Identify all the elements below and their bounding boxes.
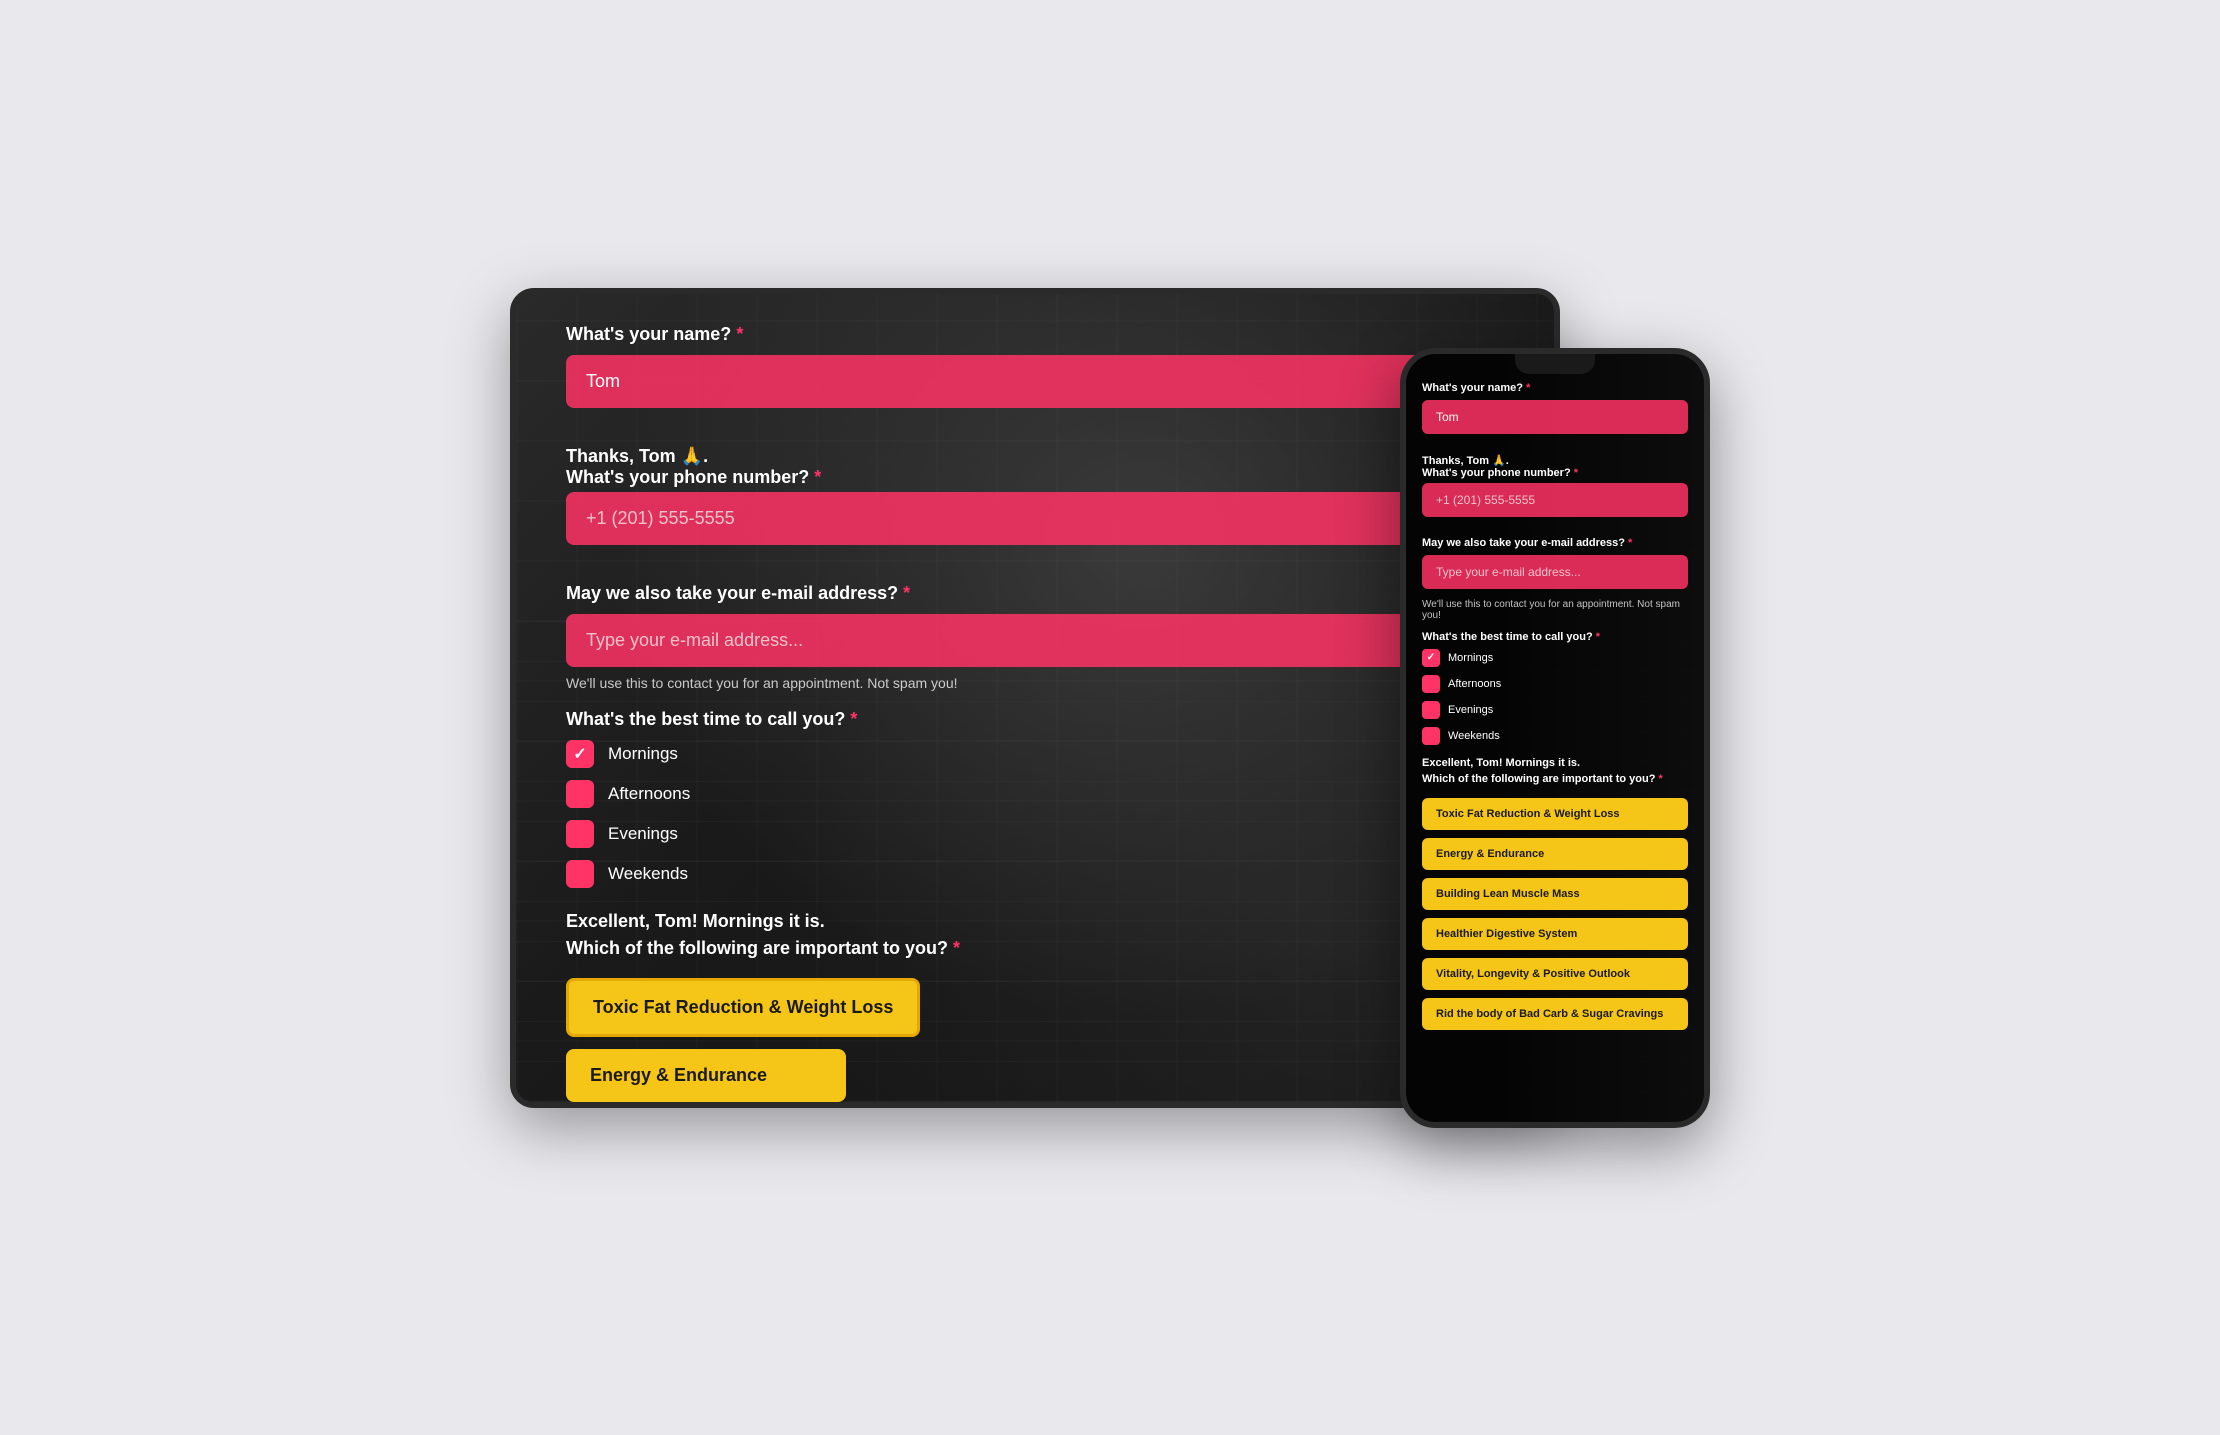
- tablet-checkbox-afternoons[interactable]: Afternoons: [566, 780, 1504, 808]
- tablet-checkbox-mornings-box[interactable]: [566, 740, 594, 768]
- phone-name-label: What's your name? *: [1422, 382, 1688, 394]
- tablet-checkbox-group: Mornings Afternoons Evenings Weeken: [566, 740, 1504, 888]
- tablet-checkbox-evenings-label: Evenings: [608, 824, 678, 844]
- tablet-name-section: What's your name? *: [566, 324, 1504, 428]
- tablet-name-label: What's your name? *: [566, 324, 1504, 345]
- tablet-checkbox-weekends-box[interactable]: [566, 860, 594, 888]
- phone-goal-btn-5[interactable]: Vitality, Longevity & Positive Outlook: [1422, 958, 1688, 990]
- phone-screen: What's your name? * Thanks, Tom 🙏. What'…: [1406, 354, 1704, 1122]
- tablet-phone-label: What's your phone number? *: [566, 467, 1504, 488]
- phone-checkbox-mornings[interactable]: Mornings: [1422, 649, 1688, 667]
- phone-goals-section: Excellent, Tom! Mornings it is. Which of…: [1422, 755, 1688, 1030]
- tablet-goal-btn-1[interactable]: Toxic Fat Reduction & Weight Loss: [566, 978, 920, 1037]
- tablet-goals-section: Excellent, Tom! Mornings it is. Which of…: [566, 908, 1504, 1102]
- phone-checkbox-mornings-box[interactable]: [1422, 649, 1440, 667]
- tablet-email-hint: We'll use this to contact you for an app…: [566, 675, 1504, 691]
- phone-thanks-text: Thanks, Tom 🙏. What's your phone number?…: [1422, 454, 1688, 479]
- tablet-screen: What's your name? * Thanks, Tom 🙏. What'…: [516, 294, 1554, 1102]
- tablet-email-input[interactable]: [566, 614, 1504, 667]
- phone-device: What's your name? * Thanks, Tom 🙏. What'…: [1400, 348, 1710, 1128]
- tablet-checkbox-mornings-label: Mornings: [608, 744, 678, 764]
- tablet-name-required: *: [736, 324, 743, 344]
- phone-checkbox-afternoons[interactable]: Afternoons: [1422, 675, 1688, 693]
- tablet-call-time-section: What's the best time to call you? * Morn…: [566, 709, 1504, 888]
- tablet-checkbox-evenings-box[interactable]: [566, 820, 594, 848]
- phone-phone-section: Thanks, Tom 🙏. What's your phone number?…: [1422, 454, 1688, 527]
- phone-checkbox-evenings-box[interactable]: [1422, 701, 1440, 719]
- tablet-goals-label: Which of the following are important to …: [566, 935, 1504, 962]
- phone-excellent-text: Excellent, Tom! Mornings it is. Which of…: [1422, 755, 1688, 788]
- phone-call-time-label: What's the best time to call you? *: [1422, 631, 1688, 643]
- tablet-email-label: May we also take your e-mail address? *: [566, 583, 1504, 604]
- tablet-checkbox-evenings[interactable]: Evenings: [566, 820, 1504, 848]
- phone-goal-btn-2[interactable]: Energy & Endurance: [1422, 838, 1688, 870]
- tablet-phone-section: Thanks, Tom 🙏. What's your phone number?…: [566, 446, 1504, 565]
- phone-goal-btn-1[interactable]: Toxic Fat Reduction & Weight Loss: [1422, 798, 1688, 830]
- phone-checkbox-weekends-box[interactable]: [1422, 727, 1440, 745]
- tablet-checkbox-afternoons-box[interactable]: [566, 780, 594, 808]
- tablet-call-time-label: What's the best time to call you? *: [566, 709, 1504, 730]
- tablet-email-section: May we also take your e-mail address? * …: [566, 583, 1504, 691]
- phone-checkbox-group: Mornings Afternoons Evenings Weeken: [1422, 649, 1688, 745]
- phone-checkbox-evenings[interactable]: Evenings: [1422, 701, 1688, 719]
- phone-email-section: May we also take your e-mail address? * …: [1422, 537, 1688, 621]
- phone-phone-input[interactable]: [1422, 483, 1688, 517]
- tablet-content: What's your name? * Thanks, Tom 🙏. What'…: [516, 294, 1554, 1102]
- tablet-checkbox-weekends-label: Weekends: [608, 864, 688, 884]
- tablet-goal-btn-2[interactable]: Energy & Endurance: [566, 1049, 846, 1102]
- phone-goal-btn-3[interactable]: Building Lean Muscle Mass: [1422, 878, 1688, 910]
- tablet-phone-input[interactable]: [566, 492, 1504, 545]
- phone-name-section: What's your name? *: [1422, 382, 1688, 444]
- phone-name-input[interactable]: [1422, 400, 1688, 434]
- phone-content: What's your name? * Thanks, Tom 🙏. What'…: [1406, 354, 1704, 1122]
- tablet-checkbox-afternoons-label: Afternoons: [608, 784, 690, 804]
- tablet-excellent-text: Excellent, Tom! Mornings it is. Which of…: [566, 908, 1504, 962]
- devices-container: What's your name? * Thanks, Tom 🙏. What'…: [510, 288, 1710, 1148]
- phone-checkbox-weekends[interactable]: Weekends: [1422, 727, 1688, 745]
- tablet-checkbox-mornings[interactable]: Mornings: [566, 740, 1504, 768]
- tablet-name-input[interactable]: [566, 355, 1504, 408]
- phone-email-label: May we also take your e-mail address? *: [1422, 537, 1688, 549]
- phone-email-hint: We'll use this to contact you for an app…: [1422, 599, 1688, 621]
- phone-goal-btn-4[interactable]: Healthier Digestive System: [1422, 918, 1688, 950]
- tablet-thanks-text: Thanks, Tom 🙏. What's your phone number?…: [566, 446, 1504, 488]
- phone-email-input[interactable]: [1422, 555, 1688, 589]
- tablet-checkbox-weekends[interactable]: Weekends: [566, 860, 1504, 888]
- phone-checkbox-afternoons-box[interactable]: [1422, 675, 1440, 693]
- phone-notch: [1515, 354, 1595, 374]
- phone-call-time-section: What's the best time to call you? * Morn…: [1422, 631, 1688, 745]
- phone-goal-btn-6[interactable]: Rid the body of Bad Carb & Sugar Craving…: [1422, 998, 1688, 1030]
